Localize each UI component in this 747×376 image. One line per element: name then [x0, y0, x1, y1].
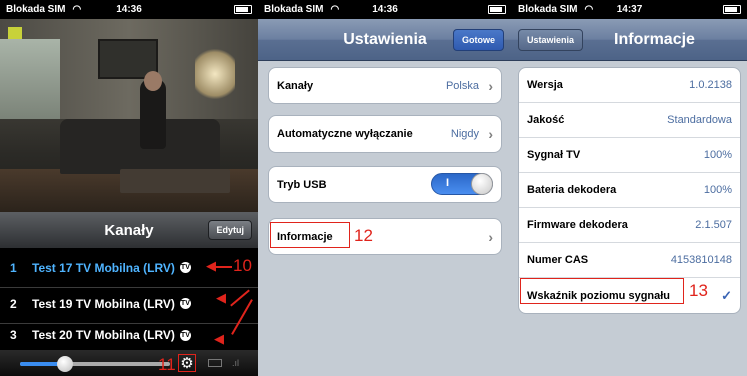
arrow-head-icon: ◀ — [216, 290, 226, 305]
row-value: 1.0.2138 — [689, 79, 732, 91]
channel-list-title: Kanały — [104, 221, 154, 239]
status-bar: Blokada SIM ◠ 14:36 — [0, 0, 258, 19]
volume-slider[interactable] — [20, 356, 170, 372]
channel-number: 2 — [10, 296, 17, 311]
row-label: Numer CAS — [527, 254, 589, 266]
arrow-head-icon: ◀ — [214, 331, 224, 346]
toggle-knob — [471, 173, 493, 195]
wifi-icon: ◠ — [584, 4, 594, 15]
edit-button[interactable]: Edytuj — [208, 220, 252, 240]
toggle-on-label: I — [446, 177, 450, 189]
info-row: Jakość Standardowa — [519, 103, 740, 138]
settings-group-channels: Kanały Polska › — [268, 67, 502, 104]
settings-screen: Blokada SIM ◠ 14:36 Ustawienia Gotowe Ka… — [258, 0, 512, 376]
tv-badge-icon: TV — [179, 329, 191, 341]
chevron-right-icon: › — [488, 228, 493, 245]
row-value: Nigdy — [450, 128, 479, 140]
channel-name: Test 17 TV Mobilna (LRV) — [32, 260, 175, 275]
row-label: Firmware dekodera — [527, 219, 628, 231]
row-label: Wersja — [527, 79, 563, 91]
information-screen: Blokada SIM ◠ 14:37 Ustawienia Informacj… — [512, 0, 747, 376]
annotation-label-12: 12 — [354, 226, 373, 245]
page-title: Ustawienia — [343, 30, 427, 48]
settings-group-usb: Tryb USB I — [268, 166, 502, 203]
annotation-label-10: 10 — [233, 256, 252, 275]
status-time: 14:37 — [616, 4, 643, 15]
row-value: Polska — [445, 79, 479, 92]
tv-badge-icon: TV — [179, 262, 191, 273]
channels-row[interactable]: Kanały Polska › — [269, 68, 501, 103]
volume-slider-knob[interactable] — [57, 356, 73, 372]
tv-player-screen: Blokada SIM ◠ 14:36 Kanały Edytuj 1 Test… — [0, 0, 258, 376]
row-value: 4153810148 — [670, 254, 732, 266]
channel-number: 3 — [10, 328, 17, 342]
channel-logo-icon — [8, 27, 22, 39]
row-label: Sygnał TV — [527, 149, 581, 161]
battery-icon — [723, 5, 741, 14]
info-row: Wersja 1.0.2138 — [519, 68, 740, 103]
channel-list-header: Kanały Edytuj — [0, 212, 258, 248]
back-button[interactable]: Ustawienia — [518, 29, 584, 51]
arrow-head-icon: ◀ — [206, 258, 216, 273]
info-row: Firmware dekodera 2.1.507 — [519, 208, 740, 243]
settings-gear-icon[interactable]: ⚙ — [178, 354, 196, 372]
battery-icon — [234, 5, 252, 14]
annotation-label-13: 13 — [689, 281, 708, 300]
row-label: Jakość — [527, 114, 565, 126]
decoder-icon — [208, 359, 222, 367]
usb-mode-toggle[interactable]: I — [431, 173, 493, 195]
done-button[interactable]: Gotowe — [453, 29, 504, 51]
channel-number: 1 — [10, 260, 17, 275]
carrier-label: Blokada SIM — [518, 4, 578, 15]
information-navbar: Ustawienia Informacje — [512, 19, 747, 61]
usb-mode-row: Tryb USB I — [269, 167, 501, 202]
auto-off-row[interactable]: Automatyczne wyłączanie Nigdy › — [269, 116, 501, 152]
battery-icon — [488, 5, 506, 14]
row-label: Kanały — [277, 79, 314, 92]
status-bar: Blokada SIM ◠ 14:36 — [258, 0, 512, 19]
row-label: Automatyczne wyłączanie — [277, 128, 413, 140]
status-time: 14:36 — [116, 4, 142, 15]
carrier-label: Blokada SIM — [6, 4, 66, 15]
signal-bars-icon: .ıl — [232, 358, 240, 368]
annotation-box — [270, 222, 350, 248]
wifi-icon: ◠ — [72, 4, 82, 15]
wifi-icon: ◠ — [330, 4, 340, 15]
settings-group-autooff: Automatyczne wyłączanie Nigdy › — [268, 115, 502, 153]
info-row: Bateria dekodera 100% — [519, 173, 740, 208]
chevron-right-icon: › — [488, 126, 493, 142]
info-row: Sygnał TV 100% — [519, 138, 740, 173]
player-toolbar: ⚙ .ıl — [0, 350, 258, 376]
row-label: Tryb USB — [277, 178, 327, 191]
row-value: 100% — [703, 184, 732, 196]
row-value: 100% — [703, 149, 732, 161]
video-player[interactable] — [0, 19, 258, 212]
annotation-box — [520, 278, 684, 304]
annotation-label-11: 11 — [158, 355, 176, 374]
status-time: 14:36 — [372, 4, 398, 15]
information-list: Wersja 1.0.2138 Jakość Standardowa Sygna… — [518, 67, 741, 314]
chevron-right-icon: › — [488, 77, 493, 94]
row-value: 2.1.507 — [695, 219, 732, 231]
row-label: Bateria dekodera — [527, 184, 617, 196]
page-title: Informacje — [614, 30, 695, 48]
row-value: Standardowa — [667, 114, 732, 126]
channel-name: Test 19 TV Mobilna (LRV) — [32, 296, 175, 311]
channel-name: Test 20 TV Mobilna (LRV) — [32, 328, 175, 342]
settings-navbar: Ustawienia Gotowe — [258, 19, 512, 61]
tv-badge-icon: TV — [179, 298, 191, 309]
channel-item[interactable]: 1 Test 17 TV Mobilna (LRV) TV — [0, 248, 258, 288]
info-row: Numer CAS 4153810148 — [519, 243, 740, 278]
carrier-label: Blokada SIM — [264, 4, 324, 15]
status-bar: Blokada SIM ◠ 14:37 — [512, 0, 747, 19]
checkmark-icon: ✓ — [721, 287, 732, 303]
